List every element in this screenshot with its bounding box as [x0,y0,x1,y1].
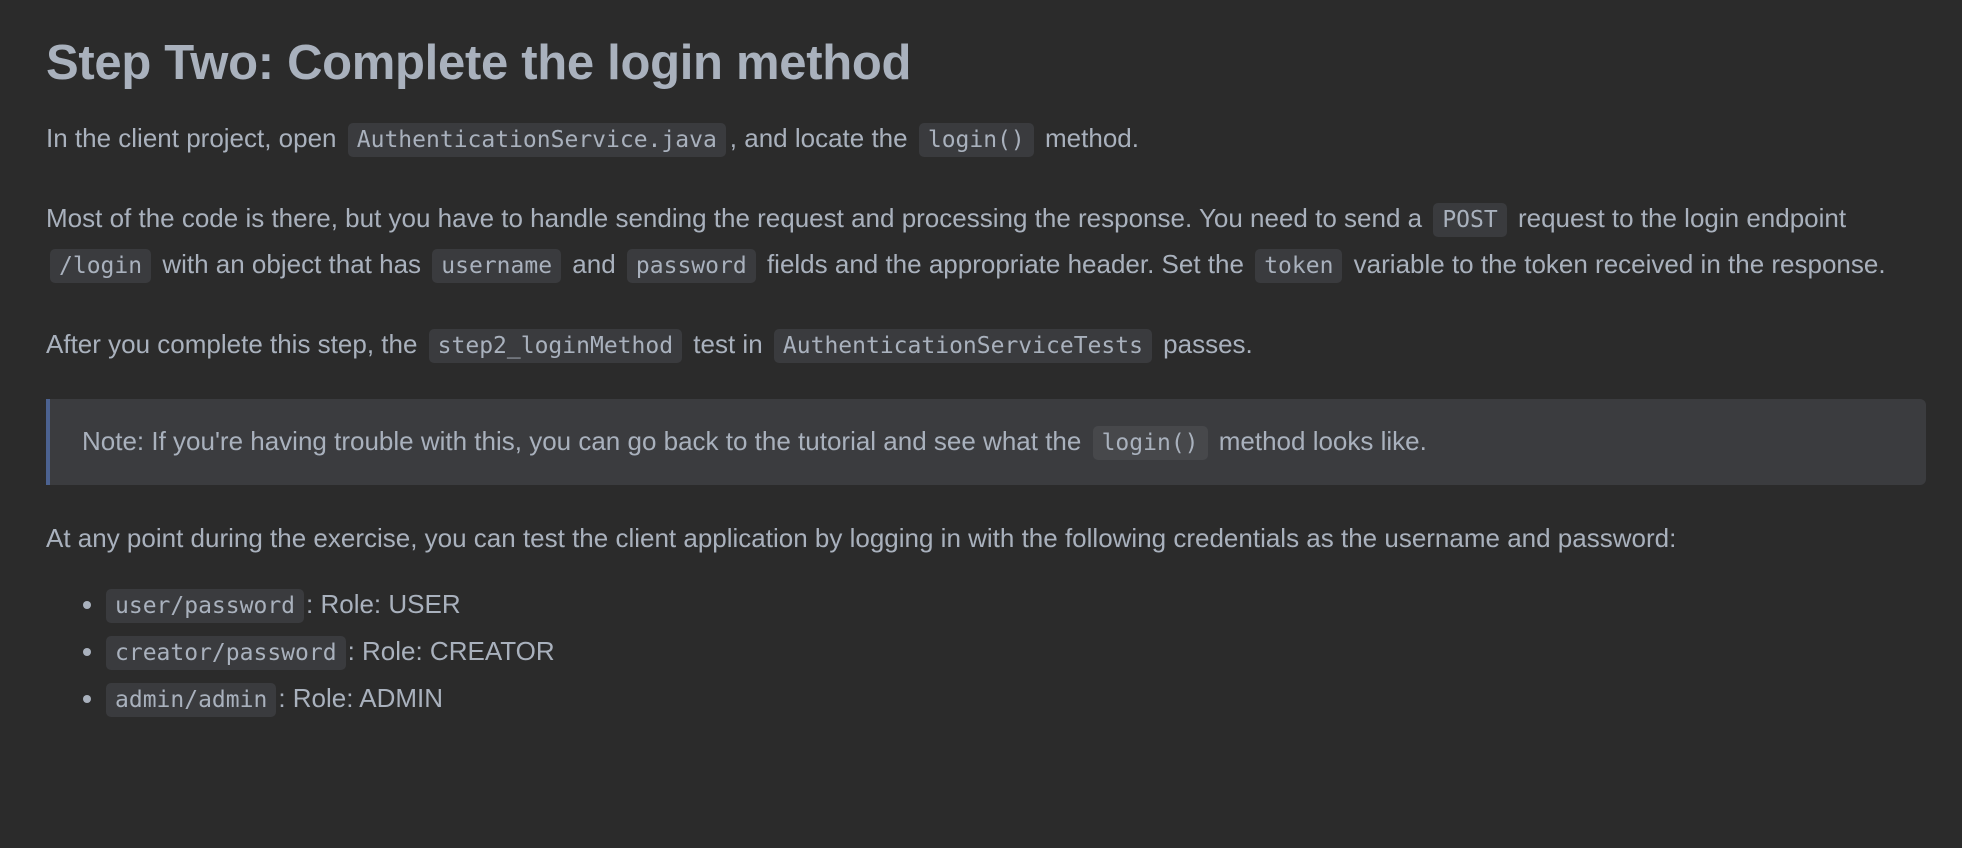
text: test in [693,329,763,359]
paragraph-open-file: In the client project, open Authenticati… [46,116,1928,162]
code-endpoint: /login [50,249,152,283]
code-credential: creator/password [106,636,346,670]
text: with an object that has [162,249,422,279]
code-username: username [432,249,562,283]
list-item: creator/password: Role: CREATOR [106,629,1928,676]
code-password: password [626,249,756,283]
code-post: POST [1433,203,1507,237]
text: and [572,249,616,279]
text: Note: If you're having trouble with this… [82,426,1082,456]
paragraph-instructions: Most of the code is there, but you have … [46,196,1928,288]
code-test-name: step2_loginMethod [428,329,683,363]
role-text: : Role: CREATOR [347,636,555,666]
paragraph-credentials-intro: At any point during the exercise, you ca… [46,523,1677,553]
page-title: Step Two: Complete the login method [46,36,912,90]
code-token: token [1255,249,1343,283]
role-text: : Role: USER [306,589,461,619]
list-item: user/password: Role: USER [106,582,1928,629]
text: fields and the appropriate header. Set t… [766,249,1244,279]
text: Most of the code is there, but you have … [46,203,1423,233]
code-credential: user/password [106,589,305,623]
note-text: Note: If you're having trouble with this… [82,419,1894,465]
credentials-list: user/password: Role: USER creator/passwo… [46,582,1928,723]
code-method: login() [918,123,1034,157]
code-method: login() [1092,426,1208,460]
list-item: admin/admin: Role: ADMIN [106,676,1928,723]
code-test-class: AuthenticationServiceTests [773,329,1152,363]
role-text: : Role: ADMIN [278,683,444,713]
text: variable to the token received in the re… [1353,249,1886,279]
text: passes. [1163,329,1253,359]
code-credential: admin/admin [106,683,277,717]
text: In the client project, open [46,123,337,153]
note-blockquote: Note: If you're having trouble with this… [46,399,1926,485]
paragraph-test: After you complete this step, the step2_… [46,322,1928,368]
text: method looks like. [1218,426,1427,456]
text: After you complete this step, the [46,329,418,359]
text: method. [1045,123,1139,153]
text: , and locate the [729,123,908,153]
text: request to the login endpoint [1517,203,1847,233]
code-filename: AuthenticationService.java [347,123,726,157]
document-content: Step Two: Complete the login method In t… [0,0,1962,723]
